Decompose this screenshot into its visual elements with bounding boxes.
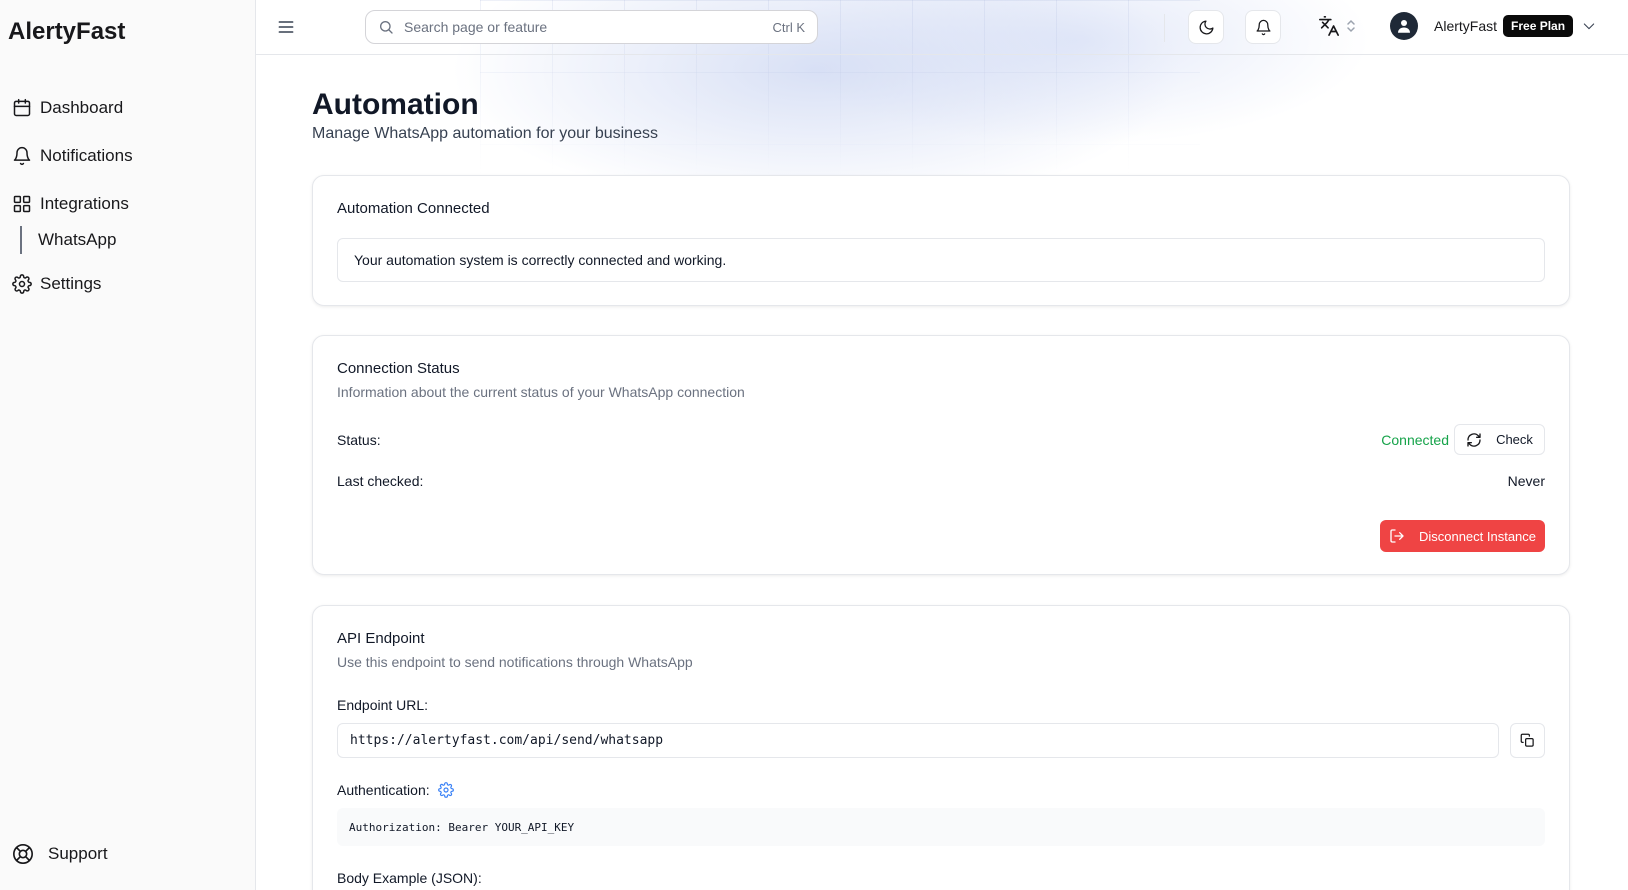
search-input[interactable] — [404, 19, 773, 35]
avatar — [1390, 12, 1418, 40]
gear-icon — [12, 274, 32, 294]
sidebar-subitem-whatsapp[interactable]: WhatsApp — [20, 226, 244, 254]
lifebuoy-icon — [12, 843, 34, 865]
authentication-label-text: Authentication: — [337, 782, 430, 798]
hamburger-icon — [278, 21, 294, 33]
card-description: Information about the current status of … — [337, 384, 745, 400]
refresh-icon — [1467, 432, 1481, 447]
disconnect-button-label: Disconnect Instance — [1418, 528, 1537, 544]
user-icon — [1398, 20, 1410, 33]
user-name: AlertyFast — [1434, 18, 1498, 34]
user-menu[interactable]: AlertyFast Free Plan — [1390, 12, 1597, 40]
sidebar-nav: Dashboard Notifications Integrations Wha… — [12, 90, 244, 314]
settings-gear-icon[interactable] — [437, 782, 454, 798]
grid-icon — [12, 194, 32, 214]
page-subtitle: Manage WhatsApp automation for your busi… — [312, 125, 658, 142]
calendar-icon — [12, 98, 32, 118]
copy-url-button[interactable] — [1510, 723, 1545, 758]
sidebar-item-label: Settings — [40, 274, 102, 293]
connection-alert: Your automation system is correctly conn… — [337, 238, 1545, 282]
check-button-label: Check — [1496, 432, 1533, 447]
logout-icon — [1390, 529, 1404, 543]
auth-code-block: Authorization: Bearer YOUR_API_KEY — [337, 808, 1545, 846]
api-endpoint-card: API Endpoint Use this endpoint to send n… — [312, 605, 1570, 890]
sidebar-item-notifications[interactable]: Notifications — [12, 138, 244, 174]
status-label: Status: — [337, 432, 381, 448]
bell-icon — [1255, 19, 1271, 35]
search-shortcut: Ctrl K — [772, 19, 806, 35]
moon-icon — [1199, 19, 1214, 34]
sidebar-item-label: Integrations — [40, 194, 129, 213]
card-title: Automation Connected — [337, 200, 490, 217]
page-title: Automation — [312, 88, 479, 121]
authentication-label: Authentication: — [337, 782, 454, 798]
card-title: Connection Status — [337, 360, 460, 377]
chevron-updown-icon — [1347, 19, 1355, 33]
support-link[interactable]: Support — [12, 843, 108, 865]
translate-icon — [1319, 16, 1339, 36]
endpoint-url-label: Endpoint URL: — [337, 697, 429, 713]
menu-toggle-button[interactable] — [276, 17, 296, 37]
sidebar-item-dashboard[interactable]: Dashboard — [12, 90, 244, 126]
sidebar-item-integrations[interactable]: Integrations — [12, 186, 244, 222]
brand-logo: AlertyFast — [8, 18, 126, 45]
theme-toggle-button[interactable] — [1188, 10, 1224, 44]
endpoint-url-field[interactable] — [337, 723, 1499, 758]
status-badge: Connected — [1381, 432, 1449, 448]
disconnect-instance-button[interactable]: Disconnect Instance — [1380, 520, 1545, 552]
search-icon — [378, 19, 394, 35]
chevron-down-icon — [1583, 23, 1595, 30]
search-bar[interactable]: Ctrl K — [365, 10, 818, 44]
check-button[interactable]: Check — [1454, 424, 1545, 455]
automation-connected-card: Automation Connected Your automation sys… — [312, 175, 1570, 306]
body-example-label: Body Example (JSON): — [337, 870, 482, 886]
sidebar-item-label: Notifications — [40, 146, 133, 165]
language-selector[interactable] — [1318, 15, 1356, 37]
header-divider — [1164, 14, 1165, 42]
notifications-button[interactable] — [1245, 10, 1281, 44]
card-title: API Endpoint — [337, 630, 425, 647]
last-checked-label: Last checked: — [337, 473, 424, 489]
sidebar-item-label: Dashboard — [40, 98, 124, 117]
sidebar-item-settings[interactable]: Settings — [12, 266, 244, 302]
top-header: Ctrl K AlertyFast Free Plan — [256, 0, 1628, 55]
plan-badge: Free Plan — [1503, 15, 1574, 37]
sidebar: AlertyFast Dashboard Notifications Integ… — [0, 0, 256, 890]
bell-icon — [12, 146, 32, 166]
card-description: Use this endpoint to send notifications … — [337, 654, 693, 670]
connection-status-card: Connection Status Information about the … — [312, 335, 1570, 575]
support-label: Support — [48, 844, 108, 863]
last-checked-value: Never — [1507, 473, 1545, 489]
copy-icon — [1520, 733, 1534, 747]
main-content: Automation Manage WhatsApp automation fo… — [312, 88, 1570, 890]
